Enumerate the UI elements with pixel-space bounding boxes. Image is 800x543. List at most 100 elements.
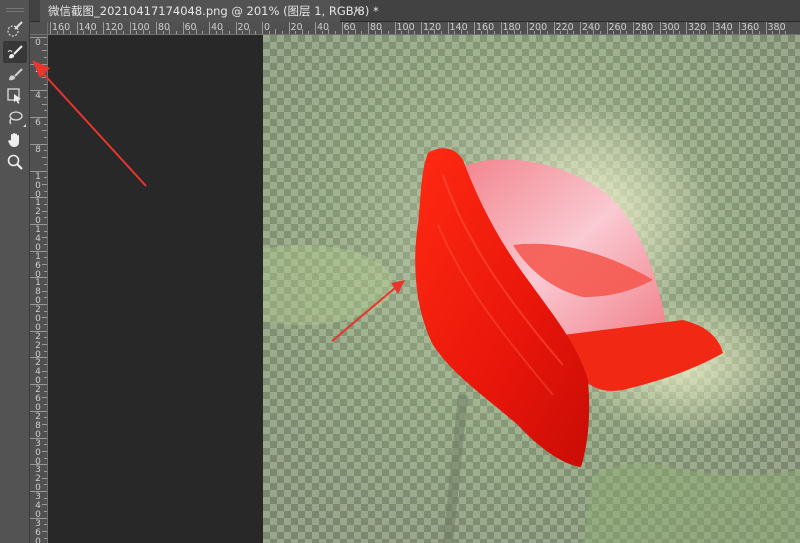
horizontal-ruler[interactable]: 160 140 120 100 80 60 40 20 0 20 40 60 80 100 120 140 16… — [48, 22, 800, 35]
ruler-minor-tick — [83, 31, 85, 34]
ruler-minor-tick — [42, 263, 47, 265]
ruler-major-tick — [712, 22, 714, 34]
ruler-h-label: 320 — [688, 22, 707, 33]
ruler-minor-tick — [44, 337, 47, 339]
poppy-flower-image — [263, 35, 800, 543]
ruler-minor-tick — [255, 31, 257, 34]
ruler-v-label: 100 — [35, 171, 41, 200]
ruler-minor-tick — [772, 31, 774, 34]
ruler-minor-tick — [381, 29, 383, 34]
ruler-v-label: 340 — [35, 491, 41, 520]
ruler-minor-tick — [42, 290, 47, 292]
document-tab[interactable]: 微信截图_20210417174048.png @ 201% (图层 1, RG… — [40, 0, 379, 22]
panel-grip[interactable] — [6, 8, 24, 12]
ruler-minor-tick — [44, 283, 47, 285]
ruler-h-label: 100 — [396, 22, 415, 33]
ruler-h-label: 140 — [449, 22, 468, 33]
ruler-minor-tick — [407, 29, 409, 34]
ruler-minor-tick — [149, 31, 151, 34]
ruler-minor-tick — [44, 137, 47, 139]
ruler-minor-tick — [202, 31, 204, 34]
ruler-v-label: 180 — [35, 278, 41, 307]
ruler-minor-tick — [460, 29, 462, 34]
zoom-tool[interactable] — [3, 151, 27, 173]
ruler-minor-tick — [44, 70, 47, 72]
ruler-minor-tick — [42, 530, 47, 532]
ruler-h-label: 360 — [741, 22, 760, 33]
canvas-workspace[interactable] — [48, 35, 800, 543]
ruler-major-tick — [659, 22, 661, 34]
ruler-minor-tick — [513, 29, 515, 34]
ruler-minor-tick — [195, 29, 197, 34]
ruler-minor-tick — [295, 31, 297, 34]
ruler-major-tick — [447, 22, 449, 34]
ruler-minor-tick — [354, 29, 356, 34]
brush-tool[interactable] — [3, 41, 27, 63]
ruler-minor-tick — [228, 31, 230, 34]
ruler-minor-tick — [44, 177, 47, 179]
ruler-major-tick — [765, 22, 767, 34]
ruler-minor-tick — [42, 370, 47, 372]
ruler-minor-tick — [599, 31, 601, 34]
ruler-minor-tick — [434, 29, 436, 34]
ruler-minor-tick — [593, 29, 595, 34]
ruler-minor-tick — [752, 29, 754, 34]
hand-tool[interactable] — [3, 129, 27, 151]
ruler-major-tick — [394, 22, 396, 34]
ruler-major-tick — [235, 22, 237, 34]
ruler-minor-tick — [44, 150, 47, 152]
ruler-major-tick — [288, 22, 290, 34]
ruler-minor-tick — [44, 470, 47, 472]
eraser-tool[interactable] — [3, 63, 27, 85]
ruler-minor-tick — [44, 444, 47, 446]
ruler-major-tick — [500, 22, 502, 34]
ruler-minor-tick — [42, 183, 47, 185]
ruler-minor-tick — [189, 31, 191, 34]
ruler-v-label: 300 — [35, 438, 41, 467]
ruler-minor-tick — [42, 424, 47, 426]
ruler-major-tick — [341, 22, 343, 34]
ruler-minor-tick — [89, 29, 91, 34]
ruler-minor-tick — [42, 77, 47, 79]
ruler-minor-tick — [44, 310, 47, 312]
ruler-minor-tick — [44, 457, 47, 459]
ruler-major-tick — [209, 22, 210, 34]
ruler-v-label: 4 — [35, 91, 41, 102]
ruler-minor-tick — [44, 190, 47, 192]
document-canvas[interactable] — [263, 35, 800, 543]
ruler-minor-tick — [440, 31, 442, 34]
ruler-minor-tick — [96, 31, 98, 34]
ruler-v-label: 160 — [35, 251, 41, 280]
ruler-minor-tick — [42, 50, 47, 52]
quick-selection-icon — [7, 21, 23, 37]
close-tab-icon[interactable]: ✕ — [350, 3, 365, 18]
ruler-minor-tick — [619, 29, 621, 34]
ruler-major-tick — [739, 22, 740, 34]
ruler-major-tick — [156, 22, 157, 34]
ruler-minor-tick — [142, 29, 144, 34]
ruler-minor-tick — [699, 29, 701, 34]
ruler-minor-tick — [69, 31, 71, 34]
ruler-h-label: 200 — [529, 22, 548, 33]
ruler-v-label: 140 — [35, 224, 41, 253]
quick-selection-tool[interactable] — [3, 18, 27, 40]
ruler-minor-tick — [566, 29, 568, 34]
ruler-minor-tick — [321, 31, 323, 34]
ruler-minor-tick — [533, 31, 535, 34]
ruler-major-tick — [50, 22, 51, 34]
move-selection-tool[interactable] — [3, 85, 27, 107]
hand-icon — [8, 133, 19, 147]
ruler-minor-tick — [116, 29, 118, 34]
ruler-v-label: 320 — [35, 465, 41, 494]
ruler-minor-tick — [44, 83, 47, 85]
ruler-origin[interactable] — [30, 22, 48, 35]
lasso-tool[interactable] — [3, 107, 27, 129]
ruler-minor-tick — [334, 31, 336, 34]
ruler-minor-tick — [44, 243, 47, 245]
ruler-minor-tick — [520, 31, 522, 34]
vertical-ruler[interactable]: 0 2 4 6 8 100 120 140 160 180 200 220 240 260 280 300 32… — [30, 35, 48, 543]
ruler-minor-tick — [42, 237, 47, 239]
move-selection-icon — [7, 88, 21, 104]
ruler-minor-tick — [467, 31, 469, 34]
ruler-minor-tick — [44, 110, 47, 112]
